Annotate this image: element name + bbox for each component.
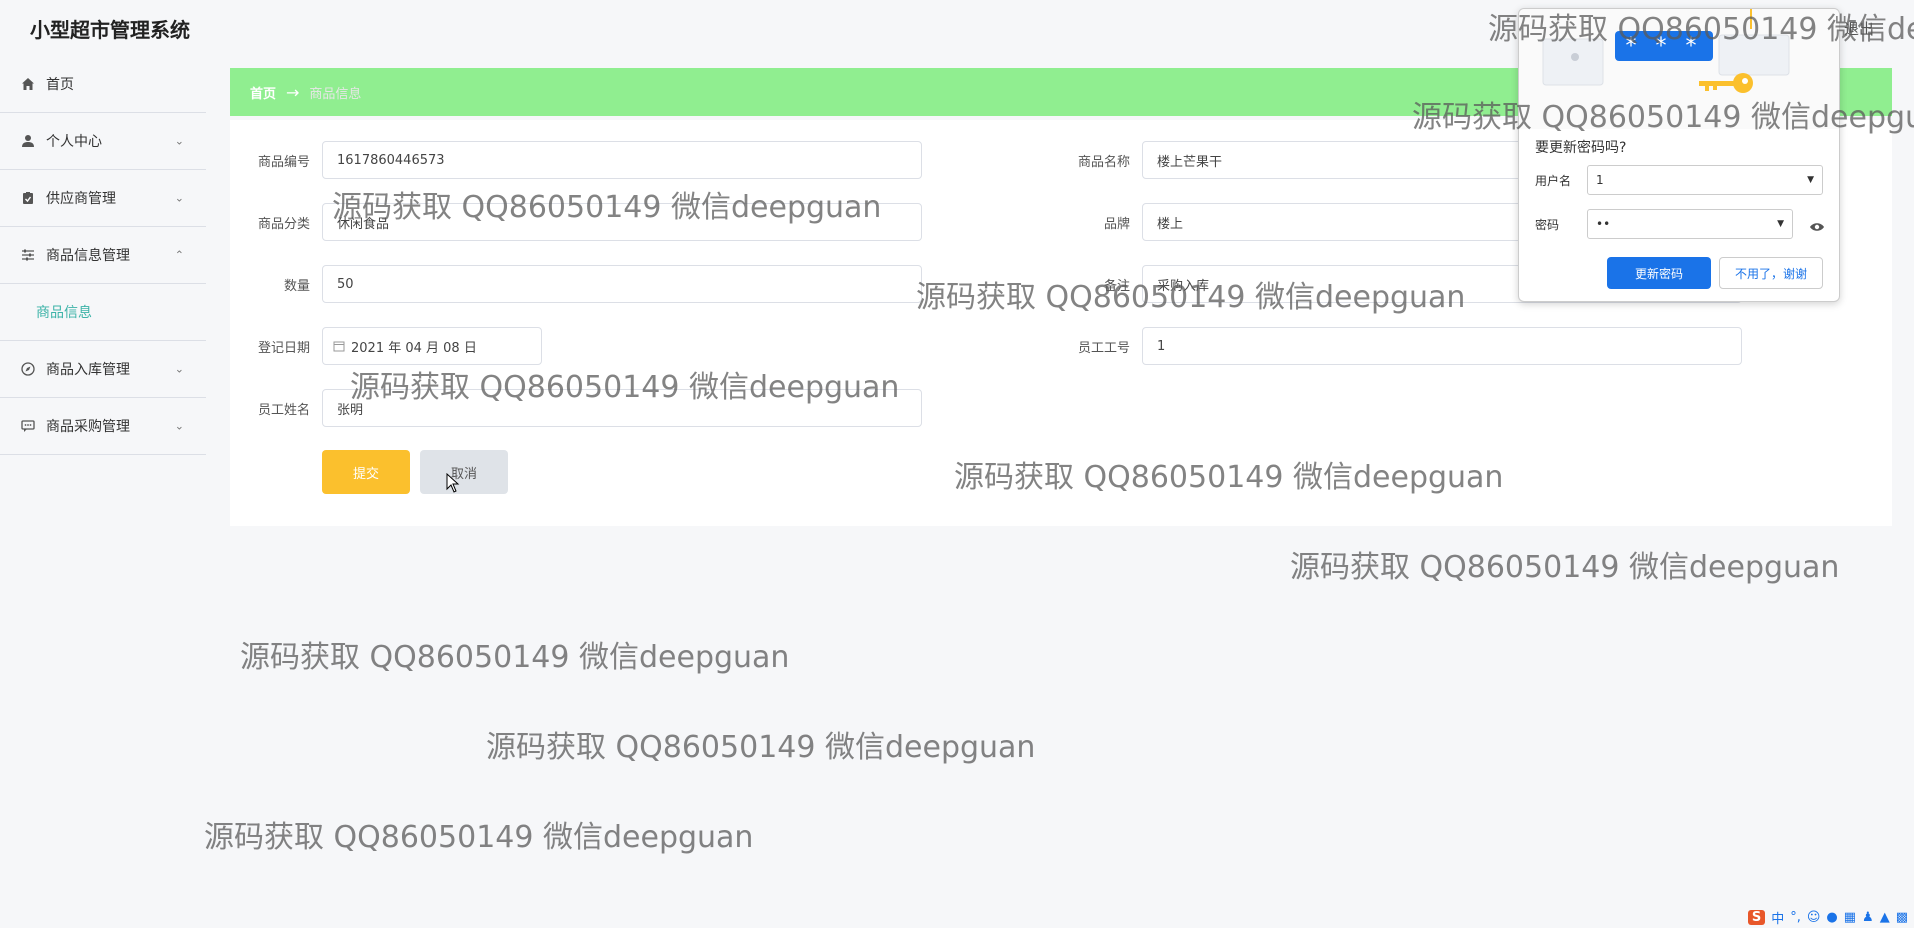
submit-button[interactable]: 提交 bbox=[322, 450, 410, 494]
sidebar-item-product-info[interactable]: 商品信息管理 ⌃ bbox=[0, 227, 206, 284]
home-icon bbox=[20, 76, 36, 92]
punctuation-icon[interactable]: °, bbox=[1790, 910, 1801, 925]
field-reg-date: 登记日期 2021 年 04 月 08 日 bbox=[242, 326, 542, 366]
eye-icon[interactable] bbox=[1809, 221, 1825, 237]
reg-date-picker[interactable]: 2021 年 04 月 08 日 bbox=[322, 327, 542, 365]
chat-icon bbox=[20, 418, 36, 434]
mouse-cursor-icon bbox=[446, 472, 460, 498]
field-label: 员工姓名 bbox=[257, 402, 310, 418]
emoji-icon[interactable]: ☺ bbox=[1807, 910, 1821, 925]
clipboard-icon bbox=[20, 190, 36, 206]
dropdown-arrow-icon: ▼ bbox=[1777, 219, 1784, 229]
arrow-right-icon: → bbox=[286, 82, 300, 102]
logout-link[interactable]: 退出 bbox=[1844, 18, 1874, 39]
sidebar-item-label: 供应商管理 bbox=[46, 191, 116, 207]
product-no-input[interactable]: 1617860446573 bbox=[322, 141, 922, 179]
sidebar: 首页 个人中心 ⌄ 供应商管理 ⌄ 商品信息管理 ⌃ 商品信息 商品入库管理 ⌄… bbox=[0, 56, 206, 455]
chevron-down-icon: ⌄ bbox=[174, 191, 184, 205]
user-icon bbox=[20, 133, 36, 149]
sidebar-item-home[interactable]: 首页 bbox=[0, 56, 206, 113]
chevron-down-icon: ⌄ bbox=[174, 419, 184, 433]
ime-language[interactable]: 中 bbox=[1771, 908, 1784, 927]
field-label: 商品分类 bbox=[257, 216, 310, 232]
employee-no-input[interactable]: 1 bbox=[1142, 327, 1742, 365]
microphone-icon[interactable]: ● bbox=[1826, 910, 1837, 925]
field-label: 商品编号 bbox=[257, 154, 310, 170]
field-label: 数量 bbox=[283, 278, 310, 294]
sidebar-item-label: 商品信息管理 bbox=[46, 248, 130, 264]
password-select[interactable]: •• ▼ bbox=[1587, 209, 1793, 239]
calendar-icon bbox=[333, 340, 345, 352]
keyboard-icon[interactable]: ▦ bbox=[1844, 910, 1856, 925]
field-employee-name: 员工姓名 张明 bbox=[242, 388, 922, 428]
password-badge: * * * bbox=[1615, 31, 1713, 61]
chevron-down-icon: ⌄ bbox=[174, 362, 184, 376]
field-product-no: 商品编号 1617860446573 bbox=[242, 140, 922, 180]
field-category: 商品分类 休闲食品 bbox=[242, 202, 922, 242]
field-employee-no: 员工工号 1 bbox=[1062, 326, 1742, 366]
watermark: 源码获取 QQ86050149 微信deepguan bbox=[204, 820, 754, 855]
sidebar-item-personal[interactable]: 个人中心 ⌄ bbox=[0, 113, 206, 170]
watermark: 源码获取 QQ86050149 微信deepguan bbox=[240, 640, 790, 675]
no-thanks-button[interactable]: 不用了，谢谢 bbox=[1719, 257, 1823, 289]
watermark: 源码获取 QQ86050149 微信deepguan bbox=[486, 730, 1036, 765]
ime-logo-icon[interactable]: S bbox=[1747, 909, 1766, 925]
user-icon[interactable]: ♟ bbox=[1862, 910, 1874, 925]
password-update-popup: * * * 要更新密码吗? 用户名 1 ▼ 密码 •• ▼ 更新密码 不用了，谢… bbox=[1518, 8, 1840, 302]
password-illustration bbox=[1519, 9, 1839, 129]
employee-name-input[interactable]: 张明 bbox=[322, 389, 922, 427]
username-select[interactable]: 1 ▼ bbox=[1587, 165, 1823, 195]
sidebar-item-label: 商品采购管理 bbox=[46, 419, 130, 435]
password-row: 密码 •• ▼ bbox=[1535, 209, 1793, 239]
sidebar-item-label: 个人中心 bbox=[46, 134, 102, 150]
breadcrumb-home[interactable]: 首页 bbox=[250, 83, 276, 102]
field-label: 品牌 bbox=[1103, 216, 1130, 232]
field-label: 员工工号 bbox=[1077, 340, 1130, 356]
field-label: 备注 bbox=[1103, 278, 1130, 294]
chevron-down-icon: ⌄ bbox=[174, 134, 184, 148]
field-label: 登记日期 bbox=[257, 340, 310, 356]
breadcrumb-current: 商品信息 bbox=[309, 86, 362, 102]
popup-title: 要更新密码吗? bbox=[1535, 140, 1627, 156]
password-label: 密码 bbox=[1535, 217, 1560, 232]
sidebar-item-label: 商品入库管理 bbox=[46, 362, 130, 378]
category-input[interactable]: 休闲食品 bbox=[322, 203, 922, 241]
sidebar-item-supplier[interactable]: 供应商管理 ⌄ bbox=[0, 170, 206, 227]
sidebar-item-purchase[interactable]: 商品采购管理 ⌄ bbox=[0, 398, 206, 455]
grid-icon[interactable]: ▩ bbox=[1896, 910, 1908, 925]
reg-date-value: 2021 年 04 月 08 日 bbox=[351, 340, 477, 356]
skin-icon[interactable]: ▲ bbox=[1880, 910, 1890, 925]
system-tray: S 中 °, ☺ ● ▦ ♟ ▲ ▩ bbox=[1747, 906, 1914, 928]
dropdown-arrow-icon: ▼ bbox=[1807, 175, 1814, 185]
sidebar-subitem-product-info[interactable]: 商品信息 bbox=[0, 284, 206, 341]
sliders-icon bbox=[20, 247, 36, 263]
compass-icon bbox=[20, 361, 36, 377]
field-label: 商品名称 bbox=[1077, 154, 1130, 170]
username-label: 用户名 bbox=[1535, 173, 1572, 188]
key-icon bbox=[1695, 71, 1755, 95]
chevron-up-icon: ⌃ bbox=[174, 248, 184, 262]
quantity-input[interactable]: 50 bbox=[322, 265, 922, 303]
update-password-button[interactable]: 更新密码 bbox=[1607, 257, 1711, 289]
username-value: 1 bbox=[1596, 173, 1604, 187]
sidebar-item-label: 首页 bbox=[46, 77, 74, 93]
field-quantity: 数量 50 bbox=[242, 264, 922, 304]
watermark: 源码获取 QQ86050149 微信deepguan bbox=[1290, 550, 1840, 585]
password-value: •• bbox=[1596, 217, 1611, 231]
username-row: 用户名 1 ▼ bbox=[1535, 165, 1823, 195]
cancel-button[interactable]: 取消 bbox=[420, 450, 508, 494]
app-title: 小型超市管理系统 bbox=[30, 18, 190, 42]
sidebar-item-stock-in[interactable]: 商品入库管理 ⌄ bbox=[0, 341, 206, 398]
